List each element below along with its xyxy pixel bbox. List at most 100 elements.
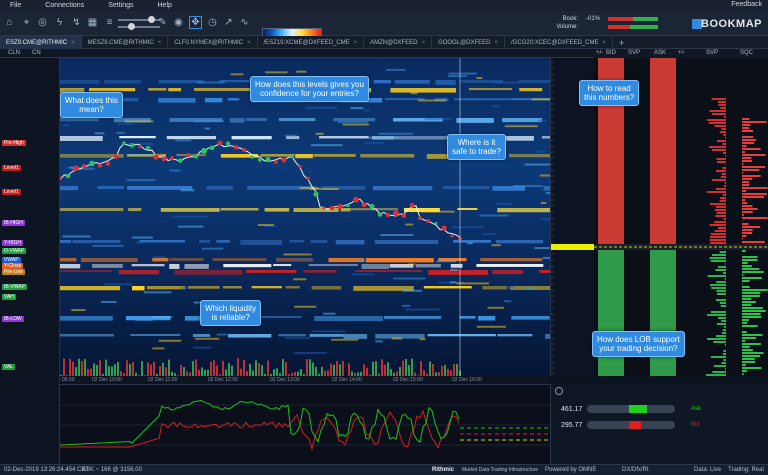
tab-label: AMZN@DXFEED xyxy=(370,39,418,46)
time-tick: 02 Dec 10:00 xyxy=(92,377,122,383)
close-icon[interactable]: × xyxy=(247,40,251,46)
liquidity-heatmap[interactable] xyxy=(60,58,550,376)
flash-icon[interactable]: ϟ xyxy=(53,16,66,29)
level-label: O-VWAP xyxy=(2,248,27,254)
brand-name: BOOKMAP xyxy=(701,18,762,30)
callout-what-does-this-mean: What does this mean? xyxy=(60,92,123,118)
dom-col-bid: BID xyxy=(606,50,617,56)
callout-lob-support: How does LOB support your trading decisi… xyxy=(592,331,685,357)
tab-amzn[interactable]: AMZN@DXFEED × xyxy=(364,36,433,49)
tab-gcg20[interactable]: /GCG20:XCEC@DXFEED_CME × xyxy=(505,36,613,49)
menu-connections[interactable]: Connections xyxy=(45,2,84,9)
book-value: -01% xyxy=(585,16,600,22)
trading-status: Trading: Real xyxy=(728,467,764,473)
status-bar: 02-Dec-2019 13:26:24.454 CET ASK ~ 166 @… xyxy=(0,464,768,475)
home-icon[interactable]: ⌂ xyxy=(3,16,16,29)
menu-help[interactable]: Help xyxy=(158,2,172,9)
bid-balance-value: 295.77 xyxy=(561,422,583,429)
volume-bar xyxy=(608,25,658,29)
time-tick: 02 Dec 14:00 xyxy=(332,377,362,383)
dom-col-diff2: +/- xyxy=(678,50,686,56)
clock-icon[interactable]: ◷ xyxy=(206,16,219,29)
tab-label: CLF0.NYMEX@RITHMIC xyxy=(174,39,243,46)
settings-icon[interactable] xyxy=(555,387,563,395)
add-tab-button[interactable]: + xyxy=(613,36,630,49)
grid-icon[interactable]: ▦ xyxy=(86,16,99,29)
level-label: Pre-High xyxy=(2,140,26,146)
provider-note: Market Data Trading Infrastructure xyxy=(462,467,539,473)
dom-col-diff: +/- xyxy=(596,50,604,56)
instrument-tabs: ESZ9.CME@RITHMIC × MESZ9.CME@RITHMIC × CLF… xyxy=(0,36,768,49)
feedback-link[interactable]: Feedback xyxy=(731,1,762,8)
ask-balance-bar xyxy=(587,405,675,413)
contrast-slider[interactable] xyxy=(118,23,160,30)
trend-icon[interactable]: ↗ xyxy=(222,16,235,29)
feed-info: DX/Dfx/Rt xyxy=(622,467,649,473)
tab-label: MESZ9.CME@RITHMIC xyxy=(87,39,154,46)
menu-settings[interactable]: Settings xyxy=(108,2,133,9)
book-label: Book: xyxy=(562,16,578,22)
ask-balance-value: 461.17 xyxy=(561,406,583,413)
time-tick: 02 Dec 15:00 xyxy=(393,377,423,383)
menu-file[interactable]: File xyxy=(10,2,21,9)
status-datetime: 02-Dec-2019 13:26:24.454 CET xyxy=(4,467,90,473)
brush-icon[interactable]: ∿ xyxy=(238,16,251,29)
indicator-canvas xyxy=(59,399,550,452)
close-icon[interactable]: × xyxy=(158,40,162,46)
time-axis[interactable]: 06:00 02 Dec 10:00 02 Dec 11:00 02 Dec 1… xyxy=(60,376,550,384)
tab-label: ESZ9.CME@RITHMIC xyxy=(6,39,68,46)
dom-col-sqc: SQC xyxy=(740,50,754,56)
cursor-icon[interactable]: ✥ xyxy=(189,16,202,29)
tab-esz19[interactable]: /ESZ19:XCME@DXFEED_CME × xyxy=(258,36,365,49)
pencil-icon[interactable]: ✎ xyxy=(156,16,169,29)
callout-text: Which liquidity is reliable? xyxy=(205,304,257,322)
level-label: Y-HIGH xyxy=(2,240,24,246)
ask-label: Ask xyxy=(691,406,702,412)
cln-toggle[interactable]: CLN xyxy=(8,50,20,56)
close-icon[interactable]: × xyxy=(602,40,606,46)
levels-panel: Pre-High Level1 Level1 IB-HIGH Y-HIGH O-… xyxy=(0,58,60,383)
close-icon[interactable]: × xyxy=(71,40,75,46)
callout-text: How does LOB support your trading decisi… xyxy=(597,335,680,353)
dom-col-ask: ASK xyxy=(654,50,667,56)
close-icon[interactable]: × xyxy=(422,40,426,46)
callout-read-numbers: How to read this numbers? xyxy=(579,80,640,106)
callout-text: Where is it safe to trade? xyxy=(452,138,501,156)
indicator-pane[interactable] xyxy=(59,384,550,464)
target-icon[interactable]: ◎ xyxy=(36,16,49,29)
level-label: IB-HIGH xyxy=(2,220,25,226)
bid-label: Bid xyxy=(691,422,700,428)
tab-label: /GCG20:XCEC@DXFEED_CME xyxy=(511,39,599,46)
time-tick: 02 Dec 13:00 xyxy=(270,377,300,383)
order-balance-panel: 461.17 Ask 295.77 Bid xyxy=(550,384,768,464)
cn-toggle[interactable]: CN xyxy=(32,50,41,56)
slider-icon[interactable]: ≡ xyxy=(103,16,116,29)
lightning-icon[interactable]: ↯ xyxy=(70,16,83,29)
data-status: Data: Live xyxy=(694,467,722,473)
level-label: Level1 xyxy=(2,189,21,195)
callout-text: How does this levels gives you confidenc… xyxy=(255,80,364,98)
close-icon[interactable]: × xyxy=(495,40,499,46)
level-label: Pre-Low xyxy=(2,269,25,275)
record-icon[interactable]: ◉ xyxy=(172,16,185,29)
status-ask-info: ASK ~ 166 @ 3156.00 xyxy=(82,467,142,473)
zoom-slider[interactable] xyxy=(118,16,160,23)
crosshair-icon[interactable]: ⌖ xyxy=(20,16,33,29)
callout-reliable-liquidity: Which liquidity is reliable? xyxy=(200,300,262,326)
level-label: IB-LOW xyxy=(2,316,24,322)
dom-col-svp2: SVP xyxy=(706,50,719,56)
tab-googl[interactable]: GOOGL@DXFEED × xyxy=(432,36,506,49)
tab-mesz9[interactable]: MESZ9.CME@RITHMIC × xyxy=(82,36,169,49)
time-tick: 02 Dec 16:00 xyxy=(452,377,482,383)
time-tick: 02 Dec 11:00 xyxy=(148,377,178,383)
menu-bar: File Connections Settings Help Feedback xyxy=(0,0,768,11)
tab-clf0[interactable]: CLF0.NYMEX@RITHMIC × xyxy=(168,36,258,49)
tab-esz9[interactable]: ESZ9.CME@RITHMIC × xyxy=(0,36,82,49)
bid-balance-bar xyxy=(587,421,675,429)
heatmap-canvas xyxy=(60,58,550,376)
powered-by: Powered by OMNE xyxy=(545,467,597,473)
callout-levels-confidence: How does this levels gives you confidenc… xyxy=(250,76,369,102)
callout-text: What does this mean? xyxy=(65,96,118,114)
close-icon[interactable]: × xyxy=(354,40,358,46)
dom-header: +/- BID SVP ASK +/- SVP SQC xyxy=(594,49,768,58)
